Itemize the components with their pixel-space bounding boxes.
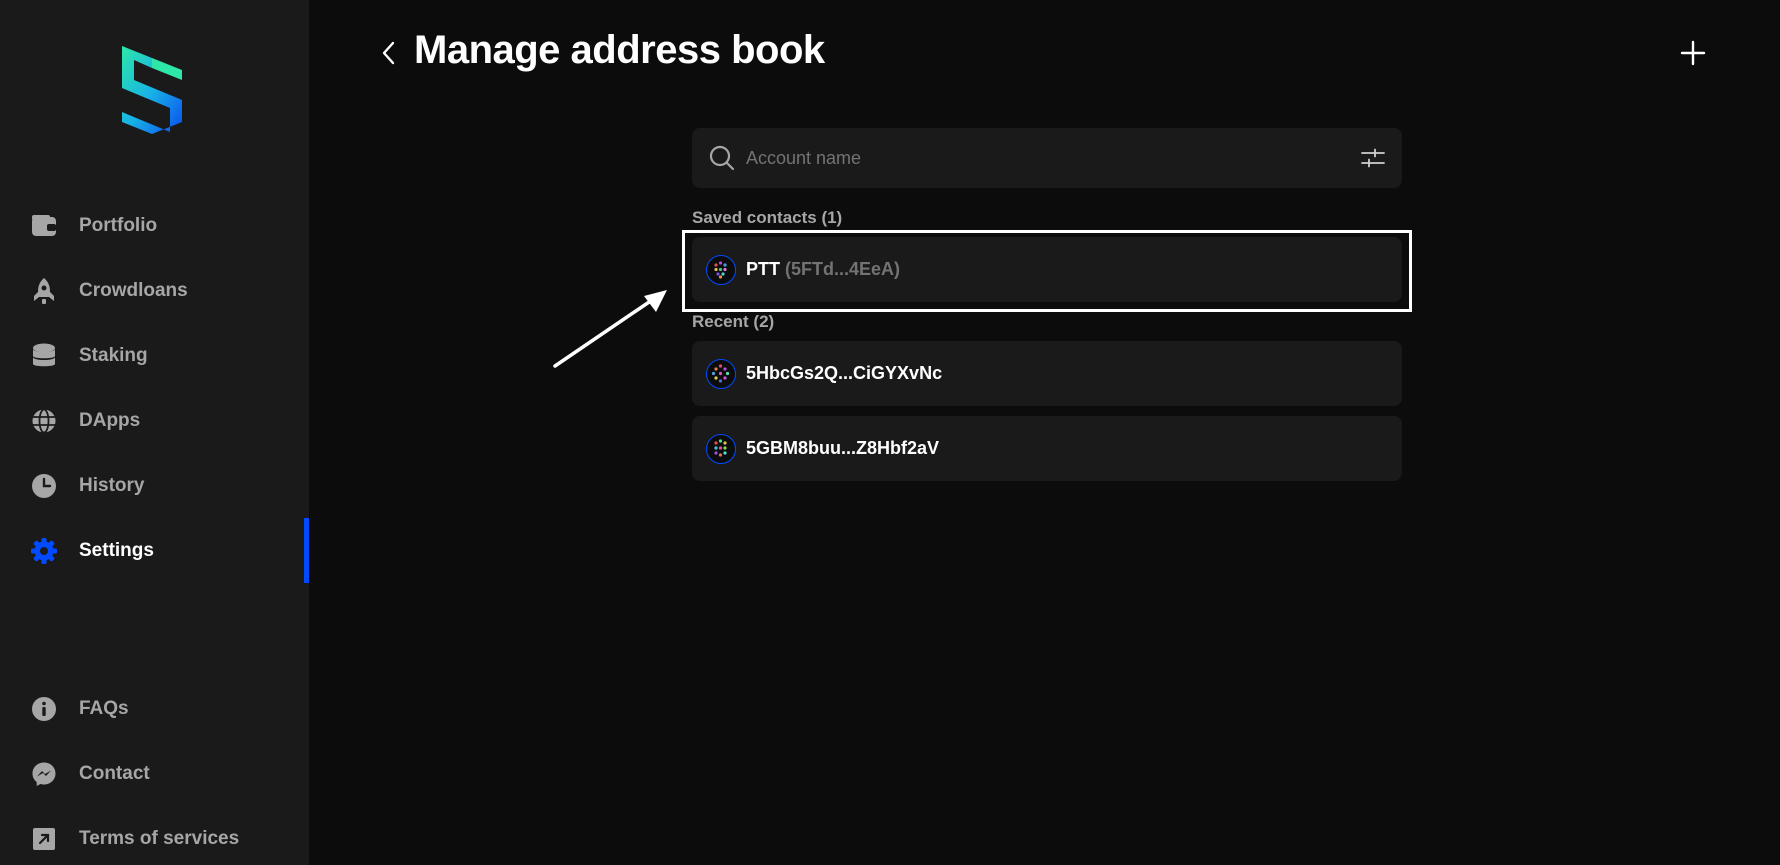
search-icon bbox=[709, 145, 735, 171]
sidebar-item-crowdloans[interactable]: Crowdloans bbox=[0, 258, 309, 323]
messenger-icon bbox=[30, 760, 58, 788]
subwallet-logo[interactable] bbox=[122, 46, 184, 134]
contact-address: 5HbcGs2Q...CiGYXvNc bbox=[746, 363, 943, 383]
globe-icon bbox=[30, 407, 58, 435]
active-indicator bbox=[304, 518, 309, 583]
sidebar-item-label: Terms of services bbox=[79, 827, 240, 849]
sidebar-item-label: Portfolio bbox=[79, 214, 158, 236]
plus-icon bbox=[1680, 40, 1706, 66]
recent-label: Recent (2) bbox=[692, 312, 775, 331]
search-input[interactable] bbox=[746, 128, 1326, 188]
rocket-icon bbox=[30, 277, 58, 305]
sidebar-item-staking[interactable]: Staking bbox=[0, 323, 309, 388]
sidebar-item-contact[interactable]: Contact bbox=[0, 741, 309, 806]
info-icon bbox=[30, 695, 58, 723]
avatar bbox=[706, 358, 736, 389]
search-bar bbox=[692, 128, 1402, 188]
recent-item[interactable]: 5HbcGs2Q...CiGYXvNc bbox=[692, 341, 1402, 406]
sidebar-item-label: FAQs bbox=[79, 697, 129, 719]
recent-item[interactable]: 5GBM8buu...Z8Hbf2aV bbox=[692, 416, 1402, 481]
database-icon bbox=[30, 342, 58, 370]
add-contact-button[interactable] bbox=[1678, 38, 1708, 68]
sidebar-item-label: History bbox=[79, 474, 145, 496]
sidebar-item-dapps[interactable]: DApps bbox=[0, 388, 309, 453]
sidebar-item-history[interactable]: History bbox=[0, 453, 309, 518]
highlight-box bbox=[682, 230, 1412, 312]
back-button[interactable] bbox=[376, 38, 402, 68]
wallet-icon bbox=[30, 212, 58, 240]
page-title: Manage address book bbox=[414, 28, 825, 72]
gear-icon bbox=[30, 537, 58, 565]
contact-address: 5GBM8buu...Z8Hbf2aV bbox=[746, 438, 940, 458]
sidebar-item-label: DApps bbox=[79, 409, 141, 431]
sliders-icon[interactable] bbox=[1360, 145, 1386, 171]
sidebar-item-terms[interactable]: Terms of services bbox=[0, 806, 309, 865]
arrow-square-out-icon bbox=[30, 825, 58, 853]
sidebar-item-settings[interactable]: Settings bbox=[0, 518, 309, 583]
sidebar-item-label: Crowdloans bbox=[79, 279, 188, 301]
avatar bbox=[706, 433, 736, 464]
sidebar-item-label: Contact bbox=[79, 762, 150, 784]
sidebar-item-label: Staking bbox=[79, 344, 148, 366]
sidebar-item-faqs[interactable]: FAQs bbox=[0, 676, 309, 741]
annotation-arrow-icon bbox=[553, 290, 667, 368]
sidebar-item-label: Settings bbox=[79, 539, 154, 561]
chevron-left-icon bbox=[382, 41, 395, 65]
sidebar: Portfolio Crowdloans Staking DApps Histo… bbox=[0, 0, 309, 865]
saved-contacts-label: Saved contacts (1) bbox=[692, 208, 843, 227]
clock-icon bbox=[30, 472, 58, 500]
sidebar-item-portfolio[interactable]: Portfolio bbox=[0, 193, 309, 258]
